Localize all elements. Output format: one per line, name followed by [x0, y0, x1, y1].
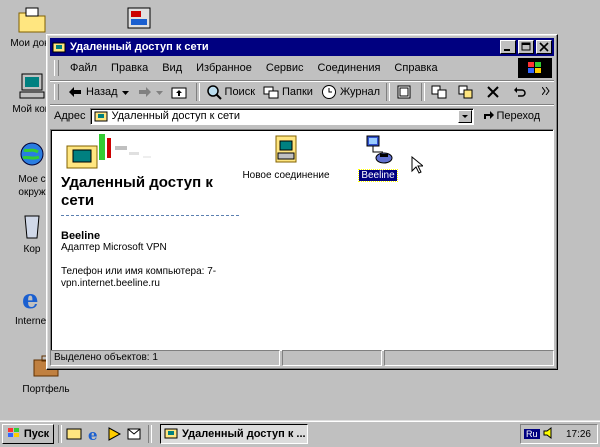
toolbar-separator	[421, 83, 426, 101]
maximize-button[interactable]	[518, 40, 534, 54]
info-panel: Удаленный доступ к сети Beeline Адаптер …	[61, 130, 239, 290]
menu-bar: Файл Правка Вид Избранное Сервис Соедине…	[50, 58, 554, 78]
back-arrow-icon	[67, 84, 83, 100]
title-bar[interactable]: Удаленный доступ к сети	[50, 38, 554, 56]
dialup-connection-icon	[362, 134, 394, 166]
quicklaunch-desktop-icon[interactable]	[66, 426, 82, 442]
window-title: Удаленный доступ к сети	[70, 41, 209, 53]
history-button[interactable]: Журнал	[317, 82, 384, 102]
folder-icon	[16, 4, 48, 36]
ie-icon: e	[16, 282, 48, 315]
forward-arrow-icon	[137, 84, 153, 100]
search-button[interactable]: Поиск	[202, 82, 259, 102]
menu-help[interactable]: Справка	[387, 62, 444, 74]
panel-title: Удаленный доступ к сети	[61, 174, 213, 209]
menu-view[interactable]: Вид	[155, 62, 189, 74]
address-label: Адрес	[54, 110, 86, 122]
dialup-folder-icon	[164, 427, 178, 442]
windows-logo-icon	[518, 58, 552, 78]
toolbar-grip	[54, 84, 59, 100]
panel-connection-name: Beeline	[61, 230, 101, 242]
dialup-folder-icon	[52, 40, 66, 54]
delete-icon	[485, 84, 501, 100]
toolbar-separator	[386, 83, 391, 101]
chevron-down-icon	[121, 86, 129, 98]
panel-phone-line-1: Телефон или имя компьютера: 7-	[61, 266, 217, 277]
toolbar-overflow-button[interactable]	[538, 82, 554, 102]
menu-favorites[interactable]: Избранное	[189, 62, 259, 74]
move-to-icon	[431, 84, 447, 100]
address-bar: Адрес Удаленный доступ к сети Переход	[50, 104, 554, 127]
start-button[interactable]: Пуск	[2, 424, 54, 444]
svg-text:e: e	[22, 285, 39, 314]
address-dropdown-button[interactable]	[457, 109, 472, 123]
delete-button[interactable]	[481, 82, 508, 102]
address-value: Удаленный доступ к сети	[111, 110, 240, 122]
windows-logo-icon	[7, 427, 21, 442]
quicklaunch-media-icon[interactable]	[106, 426, 122, 442]
item-new-connection[interactable]: Новое соединение	[239, 134, 333, 181]
go-button[interactable]: Переход	[482, 109, 540, 124]
up-button[interactable]	[167, 82, 194, 102]
system-tray: Ru 17:26	[520, 424, 598, 444]
menu-connections[interactable]: Соединения	[311, 62, 388, 74]
svg-text:e: e	[88, 426, 98, 442]
toolbar: Назад Поиск Папки Журнал	[50, 80, 554, 103]
inbox-icon	[122, 2, 154, 34]
panel-adapter: Адаптер Microsoft VPN	[61, 242, 167, 253]
volume-icon[interactable]	[543, 426, 555, 442]
search-icon	[206, 84, 222, 100]
menu-tools[interactable]: Сервис	[259, 62, 311, 74]
double-chevron-icon	[541, 86, 550, 98]
desktop-icon-shortcut[interactable]	[108, 2, 168, 34]
new-connection-icon	[270, 134, 302, 166]
forward-button[interactable]	[133, 82, 167, 102]
up-folder-icon	[171, 84, 187, 100]
close-button[interactable]	[536, 40, 552, 54]
back-button[interactable]: Назад	[63, 82, 133, 102]
undo-button[interactable]	[508, 82, 535, 102]
network-icon	[16, 140, 48, 172]
explorer-window: Удаленный доступ к сети Файл Правка Вид …	[46, 34, 558, 370]
minimize-button[interactable]	[500, 40, 516, 54]
computer-icon	[16, 70, 48, 102]
menu-file[interactable]: Файл	[63, 62, 104, 74]
properties-icon	[396, 84, 412, 100]
properties-button[interactable]	[392, 82, 419, 102]
status-cell-3	[384, 350, 554, 366]
menu-edit[interactable]: Правка	[104, 62, 155, 74]
copy-to-button[interactable]	[454, 82, 481, 102]
mouse-cursor-icon	[411, 155, 425, 177]
panel-phone-line-2: vpn.internet.beeline.ru	[61, 278, 160, 289]
history-icon	[321, 84, 337, 100]
recycle-bin-icon	[16, 210, 48, 242]
quicklaunch-ie-icon[interactable]: e	[86, 426, 102, 444]
status-cell-2	[282, 350, 382, 366]
folders-icon	[263, 84, 279, 100]
status-bar: Выделено объектов: 1	[50, 350, 554, 366]
copy-to-icon	[458, 84, 474, 100]
address-input[interactable]: Удаленный доступ к сети	[89, 107, 474, 125]
menubar-grip	[54, 60, 59, 76]
go-arrow-icon	[482, 109, 494, 124]
folders-button[interactable]: Папки	[259, 82, 317, 102]
folder-view[interactable]: Удаленный доступ к сети Beeline Адаптер …	[50, 129, 554, 351]
toolbar-separator	[195, 83, 200, 101]
chevron-down-icon	[155, 86, 163, 98]
panel-divider	[61, 214, 239, 216]
dialup-folder-icon	[94, 110, 108, 122]
taskbar-separator	[58, 425, 62, 443]
taskbar-window-button[interactable]: Удаленный доступ к ...	[160, 424, 308, 444]
quicklaunch-outlook-icon[interactable]	[126, 426, 142, 442]
status-text: Выделено объектов: 1	[50, 350, 280, 366]
taskbar-separator	[148, 425, 152, 443]
move-to-button[interactable]	[427, 82, 454, 102]
language-indicator[interactable]: Ru	[524, 429, 540, 439]
undo-icon	[512, 84, 528, 100]
clock[interactable]: 17:26	[566, 429, 591, 440]
taskbar: Пуск e Удаленный доступ к ... Ru 17:26	[0, 420, 600, 447]
item-beeline[interactable]: Beeline	[353, 134, 403, 182]
